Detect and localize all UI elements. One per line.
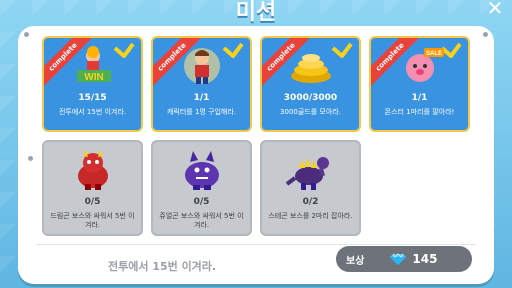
- purple-dragon-boss-icon: [184, 151, 219, 190]
- mission-progress: 1/1: [411, 93, 428, 103]
- mission-description: 드림곤 보스와 싸워서 5번 이겨라.: [50, 212, 135, 229]
- reward-button[interactable]: 보상 145: [336, 246, 472, 272]
- mission-card[interactable]: complete SALE 1/1 몬스터 1마리를 팔아라!: [369, 36, 470, 132]
- sale-badge: SALE: [425, 51, 441, 57]
- mission-card[interactable]: complete 3000/3000 3000골드를 모아라.: [260, 36, 361, 132]
- mission-card[interactable]: 0/2 스테곤 보스를 2마리 잡아라.: [260, 140, 361, 236]
- panel-rivet: [483, 32, 488, 37]
- divider: [36, 244, 476, 245]
- svg-text:WIN: WIN: [84, 72, 103, 83]
- mission-card[interactable]: complete WIN 15/15 전투에서 15번 이겨라.: [42, 36, 143, 132]
- page-title: 미션: [235, 0, 277, 25]
- character-icon: [183, 48, 220, 84]
- mission-progress: 0/5: [84, 197, 101, 207]
- diamond-icon: [390, 253, 407, 265]
- mission-progress: 0/5: [193, 197, 210, 207]
- mission-progress: 3000/3000: [283, 93, 338, 103]
- mission-card[interactable]: 0/5 드림곤 보스와 싸워서 5번 이겨라.: [42, 140, 143, 236]
- selected-mission-text: 전투에서 15번 이겨라.: [108, 260, 217, 273]
- mission-description: 전투에서 15번 이겨라.: [58, 108, 127, 116]
- mission-description: 스테곤 보스를 2마리 잡아라.: [268, 212, 353, 220]
- mission-progress: 15/15: [78, 93, 107, 103]
- mission-description: 몬스터 1마리를 팔아라!: [384, 108, 455, 116]
- mission-grid: complete WIN 15/15 전투에서 15번 이겨라. complet…: [42, 36, 470, 236]
- mission-card[interactable]: 0/5 쥬얼곤 보스와 싸워서 5번 이겨라.: [151, 140, 252, 236]
- pig-monster-sale-icon: SALE: [405, 48, 444, 82]
- panel-rivet: [24, 32, 29, 37]
- panel-rivet: [28, 156, 33, 161]
- reward-label: 보상: [346, 255, 365, 267]
- mission-panel: complete WIN 15/15 전투에서 15번 이겨라. complet…: [18, 26, 494, 284]
- mission-description: 3000골드를 모아라.: [280, 108, 341, 116]
- close-icon[interactable]: ✕: [484, 0, 506, 18]
- mission-progress: 1/1: [193, 93, 210, 103]
- stegosaurus-boss-icon: [285, 157, 329, 190]
- mission-progress: 0/2: [302, 197, 319, 207]
- reward-value: 145: [412, 252, 438, 266]
- mission-card[interactable]: complete 1/1 캐릭터를 1명 구입해라.: [151, 36, 252, 132]
- mission-description: 쥬얼곤 보스와 싸워서 5번 이겨라.: [159, 212, 244, 229]
- red-dragon-boss-icon: [77, 150, 108, 190]
- mission-description: 캐릭터를 1명 구입해라.: [166, 108, 237, 116]
- win-trophy-icon: WIN: [76, 46, 111, 83]
- gold-coins-icon: [290, 54, 331, 83]
